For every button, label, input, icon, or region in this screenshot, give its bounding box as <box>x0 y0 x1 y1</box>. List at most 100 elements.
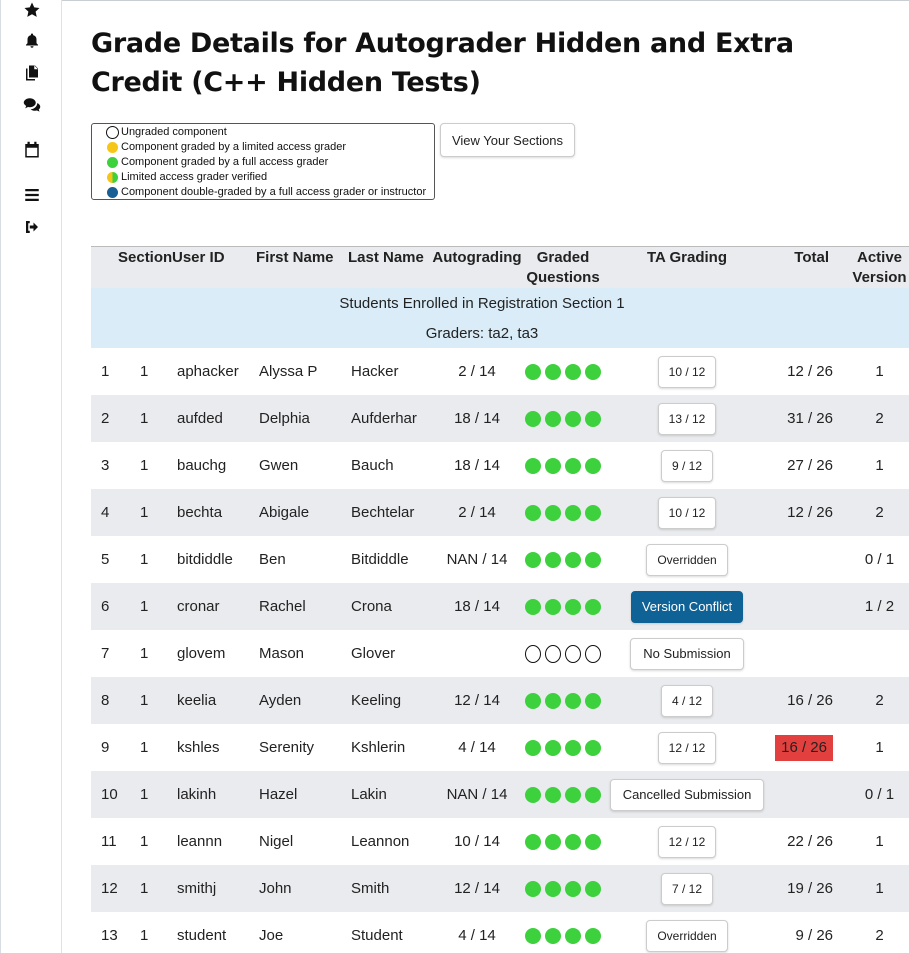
row-user-id[interactable]: bauchg <box>172 442 246 489</box>
ta-grading-button[interactable]: Cancelled Submission <box>609 778 765 811</box>
row-user-id[interactable]: bitdiddle <box>172 536 246 583</box>
row-last-name: Crona <box>338 583 429 630</box>
ta-grading-button[interactable]: 13 / 12 <box>657 402 717 435</box>
row-total: 9 / 26 <box>773 912 839 953</box>
total-value: 12 / 26 <box>787 504 833 521</box>
row-user-id[interactable]: glovem <box>172 630 246 677</box>
table-row: 7 1 glovem Mason Glover No Submission <box>91 630 909 677</box>
row-user-id[interactable]: aphacker <box>172 348 246 395</box>
graded-circle-icon <box>585 598 601 615</box>
ta-grading-button[interactable]: 10 / 12 <box>657 355 717 388</box>
graded-circle-icon <box>545 927 561 944</box>
row-active-version: 2 <box>839 489 909 536</box>
chat-icon[interactable] <box>22 95 42 115</box>
row-total <box>773 536 839 583</box>
row-user-id[interactable]: lakinh <box>172 771 246 818</box>
row-last-name: Bechtelar <box>338 489 429 536</box>
ta-grading-button[interactable]: Overridden <box>646 919 728 952</box>
graded-circle-icon <box>565 833 581 850</box>
graded-circle-icon <box>545 786 561 803</box>
row-user-id[interactable]: smithj <box>172 865 246 912</box>
ta-grading-button[interactable]: No Submission <box>630 637 744 670</box>
row-user-id[interactable]: bechta <box>172 489 246 536</box>
row-section: 1 <box>118 677 172 724</box>
graded-circle-icon <box>565 363 581 380</box>
grades-table-container: Section User ID First Name Last Name Aut… <box>91 246 909 953</box>
row-autograding: 12 / 14 <box>429 677 525 724</box>
row-section: 1 <box>118 771 172 818</box>
graded-circle-icon <box>545 410 561 427</box>
header-user-id[interactable]: User ID <box>172 246 246 288</box>
ungraded-circle-icon <box>565 644 581 663</box>
row-graded-questions <box>525 630 601 677</box>
row-section: 1 <box>118 536 172 583</box>
row-last-name: Bauch <box>338 442 429 489</box>
ta-grading-button[interactable]: Overridden <box>646 543 728 576</box>
menu-icon[interactable] <box>22 185 42 205</box>
view-sections-button[interactable]: View Your Sections <box>440 123 575 157</box>
graders-label: Graders: ta2, ta3 <box>91 318 909 348</box>
ta-grading-button[interactable]: 7 / 12 <box>660 872 714 905</box>
row-last-name: Aufderhar <box>338 395 429 442</box>
row-first-name: Joe <box>246 912 338 953</box>
documents-icon[interactable] <box>22 63 42 83</box>
graded-circle-icon <box>585 880 601 897</box>
row-user-id[interactable]: aufded <box>172 395 246 442</box>
header-autograding[interactable]: Autograding <box>429 246 525 288</box>
calendar-icon[interactable] <box>22 140 42 160</box>
graded-circle-icon <box>525 363 541 380</box>
row-autograding: NAN / 14 <box>429 771 525 818</box>
row-user-id[interactable]: leannn <box>172 818 246 865</box>
row-graded-questions <box>525 442 601 489</box>
header-total[interactable]: Total <box>773 246 839 288</box>
header-graded-questions[interactable]: Graded Questions <box>525 246 601 288</box>
row-user-id[interactable]: student <box>172 912 246 953</box>
header-num <box>91 246 118 288</box>
ta-grading-button[interactable]: 4 / 12 <box>660 684 714 717</box>
row-graded-questions <box>525 677 601 724</box>
row-user-id[interactable]: keelia <box>172 677 246 724</box>
header-ta-grading[interactable]: TA Grading <box>601 246 773 288</box>
row-total: 22 / 26 <box>773 818 839 865</box>
header-first-name[interactable]: First Name <box>246 246 338 288</box>
row-autograding: 18 / 14 <box>429 583 525 630</box>
row-first-name: Ayden <box>246 677 338 724</box>
row-section: 1 <box>118 395 172 442</box>
row-graded-questions <box>525 865 601 912</box>
row-number: 9 <box>91 724 118 771</box>
bell-icon[interactable] <box>22 31 42 51</box>
star-icon[interactable] <box>22 0 42 20</box>
ta-grading-button[interactable]: 12 / 12 <box>657 825 717 858</box>
graded-circle-icon <box>585 833 601 850</box>
graded-circle-icon <box>525 551 541 568</box>
row-last-name: Glover <box>338 630 429 677</box>
ungraded-circle-icon <box>545 644 561 663</box>
row-user-id[interactable]: kshles <box>172 724 246 771</box>
graded-circle-icon <box>545 692 561 709</box>
row-last-name: Hacker <box>338 348 429 395</box>
legend-item: Ungraded component <box>106 125 434 140</box>
row-first-name: Alyssa P <box>246 348 338 395</box>
ta-grading-button[interactable]: 10 / 12 <box>657 496 717 529</box>
row-active-version: 1 / 2 <box>839 583 909 630</box>
ta-grading-button[interactable]: 9 / 12 <box>660 449 714 482</box>
row-ta-grading: 12 / 12 <box>601 818 773 865</box>
header-active-version[interactable]: Active Version <box>839 246 909 288</box>
row-user-id[interactable]: cronar <box>172 583 246 630</box>
row-number: 12 <box>91 865 118 912</box>
header-last-name[interactable]: Last Name <box>338 246 429 288</box>
table-row: 3 1 bauchg Gwen Bauch 18 / 14 9 / 12 27 / 26 1 <box>91 442 909 489</box>
header-section[interactable]: Section <box>118 246 172 288</box>
row-ta-grading: 13 / 12 <box>601 395 773 442</box>
row-autograding: 4 / 14 <box>429 724 525 771</box>
graded-circle-icon <box>565 598 581 615</box>
logout-icon[interactable] <box>22 217 42 237</box>
row-graded-questions <box>525 489 601 536</box>
graded-circle-icon <box>565 457 581 474</box>
graded-circle-icon <box>565 786 581 803</box>
row-number: 13 <box>91 912 118 953</box>
row-number: 6 <box>91 583 118 630</box>
ta-grading-button[interactable]: 12 / 12 <box>657 731 717 764</box>
graded-circle-icon <box>525 880 541 897</box>
ta-grading-button[interactable]: Version Conflict <box>630 590 744 623</box>
